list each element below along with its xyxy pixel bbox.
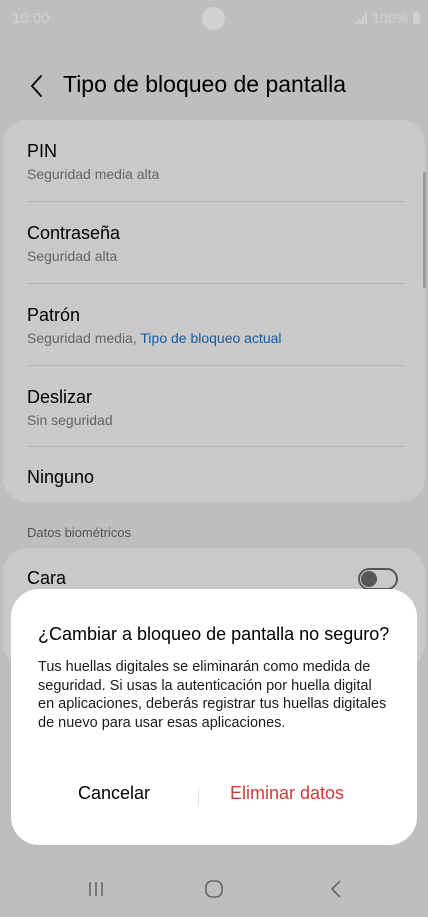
nav-back-button[interactable] [316, 875, 356, 903]
recent-apps-button[interactable] [76, 875, 116, 903]
cancel-button[interactable]: Cancelar [78, 783, 150, 804]
back-icon [331, 880, 341, 898]
home-button[interactable] [194, 875, 234, 903]
dialog-message: Tus huellas digitales se eliminarán como… [38, 659, 387, 731]
recent-apps-icon [89, 882, 103, 896]
dialog-title: ¿Cambiar a bloqueo de pantalla no seguro… [38, 624, 390, 644]
dialog-actions: Cancelar Eliminar datos [11, 783, 417, 811]
delete-data-button[interactable]: Eliminar datos [230, 783, 344, 804]
confirm-dialog: ¿Cambiar a bloqueo de pantalla no seguro… [11, 589, 417, 845]
button-divider [198, 788, 199, 806]
navigation-bar [0, 861, 428, 917]
home-icon [205, 880, 223, 898]
